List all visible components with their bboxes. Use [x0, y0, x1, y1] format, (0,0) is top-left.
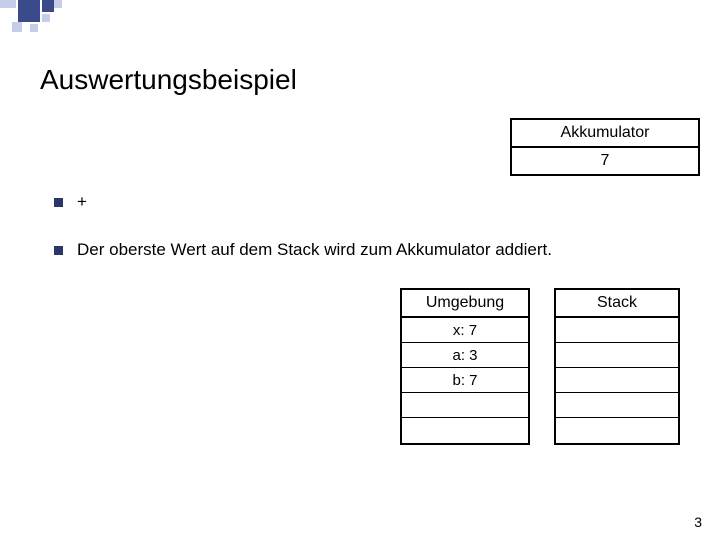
- bullet-item: +: [54, 192, 674, 212]
- table-row: [402, 393, 528, 418]
- table-row: [556, 393, 678, 418]
- environment-header: Umgebung: [402, 290, 528, 318]
- slide-title: Auswertungsbeispiel: [40, 64, 297, 96]
- page-number: 3: [694, 514, 702, 530]
- bullet-text: +: [77, 192, 87, 212]
- table-row: x: 7: [402, 318, 528, 343]
- accumulator-box: Akkumulator 7: [510, 118, 700, 176]
- table-row: a: 3: [402, 343, 528, 368]
- bullet-list: + Der oberste Wert auf dem Stack wird zu…: [54, 192, 674, 288]
- bullet-text: Der oberste Wert auf dem Stack wird zum …: [77, 240, 552, 260]
- slide: Auswertungsbeispiel Akkumulator 7 + Der …: [0, 0, 720, 540]
- stack-header: Stack: [556, 290, 678, 318]
- accumulator-value: 7: [512, 148, 698, 174]
- environment-table: Umgebung x: 7 a: 3 b: 7: [400, 288, 530, 445]
- bullet-marker-icon: [54, 246, 63, 255]
- tables-container: Umgebung x: 7 a: 3 b: 7 Stack: [400, 288, 680, 445]
- bullet-item: Der oberste Wert auf dem Stack wird zum …: [54, 240, 674, 260]
- table-row: [556, 368, 678, 393]
- table-row: b: 7: [402, 368, 528, 393]
- stack-table: Stack: [554, 288, 680, 445]
- table-row: [402, 418, 528, 443]
- table-row: [556, 318, 678, 343]
- bullet-marker-icon: [54, 198, 63, 207]
- table-row: [556, 418, 678, 443]
- table-row: [556, 343, 678, 368]
- accumulator-header: Akkumulator: [512, 120, 698, 148]
